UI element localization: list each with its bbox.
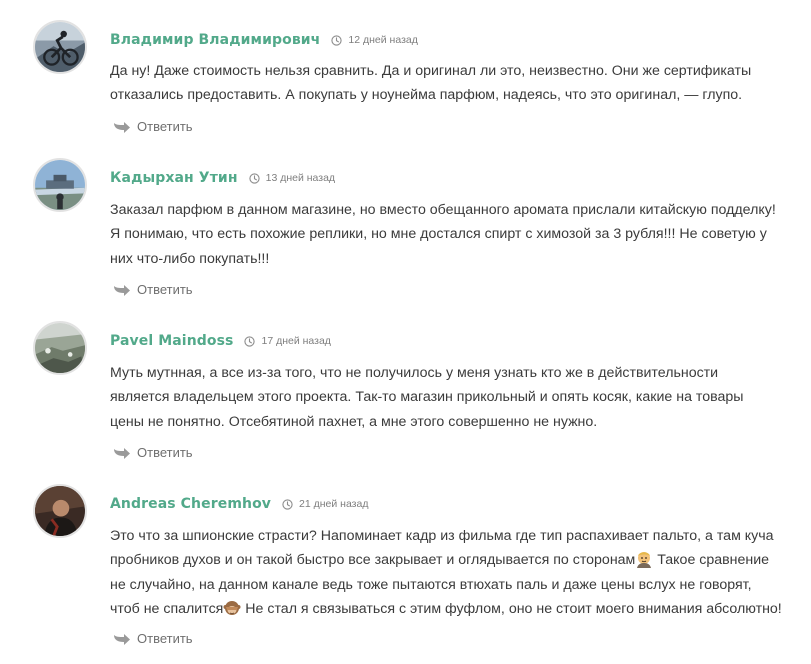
reply-label[interactable]: Ответить <box>137 119 193 134</box>
reply-arrow-icon <box>113 446 130 459</box>
avatar[interactable] <box>33 484 87 538</box>
comment-text: Муть мутнная, а все из-за того, что не п… <box>110 361 790 434</box>
reply-label[interactable]: Ответить <box>137 282 193 297</box>
comment-header: Pavel Maindoss 17 дней назад <box>110 330 331 352</box>
avatar[interactable] <box>33 321 87 375</box>
clock-icon <box>248 172 260 184</box>
see-no-evil-monkey-emoji <box>223 599 241 617</box>
comment-line: Такое сравнение <box>657 552 770 569</box>
comment-time[interactable]: 12 дней назад <box>348 34 417 46</box>
reply-arrow-icon <box>113 283 130 296</box>
comment-header: Владимир Владимирович 12 дней назад <box>110 29 418 51</box>
man-emoji <box>635 550 653 569</box>
comment-line: не случайно, на данном канале ведь тоже … <box>110 576 752 593</box>
reply-button[interactable]: Ответить <box>113 629 193 647</box>
comment-text: Да ну! Даже стоимость нельзя сравнить. Д… <box>110 59 790 108</box>
reply-arrow-icon <box>113 120 130 133</box>
comment-line: Не стал я связываться с этим фуфлом, оно… <box>245 600 782 617</box>
comment-text: Заказал парфюм в данном магазине, но вме… <box>110 198 790 271</box>
comment-line: Это что за шпионские страсти? Напоминает… <box>110 528 774 544</box>
comment-line: Муть мутнная, а все из-за того, что не п… <box>110 365 719 381</box>
comment-line: пробников духов и он такой быстро все за… <box>110 552 636 569</box>
comment-line: является владельцем этого проекта. Так-т… <box>110 389 744 406</box>
author-name[interactable]: Владимир Владимирович <box>110 32 320 48</box>
comment-line: Я понимаю, что есть похожие реплики, но … <box>110 226 767 243</box>
clock-icon <box>331 34 343 46</box>
reply-arrow-icon <box>113 632 130 645</box>
avatar[interactable] <box>33 20 87 74</box>
comment-meta: 21 дней назад <box>282 498 368 510</box>
comment-header: Andreas Cheremhov 21 дней назад <box>110 493 368 515</box>
clock-icon <box>244 335 256 347</box>
comment-line: чтоб не спалится <box>110 600 224 617</box>
author-name[interactable]: Кадырхан Утин <box>110 170 238 186</box>
reply-label[interactable]: Ответить <box>137 445 193 460</box>
comment-header: Кадырхан Утин 13 дней назад <box>110 167 335 189</box>
comment-line: Да ну! Даже стоимость нельзя сравнить. Д… <box>110 63 752 79</box>
comment-time[interactable]: 17 дней назад <box>261 335 330 347</box>
comment-line: них что-либо покупать!!! <box>110 250 270 267</box>
comment-time[interactable]: 21 дней назад <box>299 498 368 510</box>
comment-text: Это что за шпионские страсти? Напоминает… <box>110 524 790 621</box>
author-name[interactable]: Andreas Cheremhov <box>110 496 271 512</box>
comment-meta: 12 дней назад <box>331 34 418 46</box>
comment-meta: 13 дней назад <box>248 172 335 184</box>
comment-line: Заказал парфюм в данном магазине, но вме… <box>110 202 776 218</box>
author-name[interactable]: Pavel Maindoss <box>110 333 233 349</box>
comment-line: отказались предоставить. А покупать у но… <box>110 87 743 104</box>
comment-time[interactable]: 13 дней назад <box>266 172 335 184</box>
comment-meta: 17 дней назад <box>244 335 331 347</box>
reply-button[interactable]: Ответить <box>113 443 193 461</box>
clock-icon <box>282 498 293 510</box>
reply-label[interactable]: Ответить <box>137 631 193 646</box>
reply-button[interactable]: Ответить <box>113 280 193 298</box>
reply-button[interactable]: Ответить <box>113 117 193 135</box>
comment-line: цены не понятно. Отсебятиной пахнет, а м… <box>110 413 598 430</box>
avatar[interactable] <box>33 158 87 212</box>
